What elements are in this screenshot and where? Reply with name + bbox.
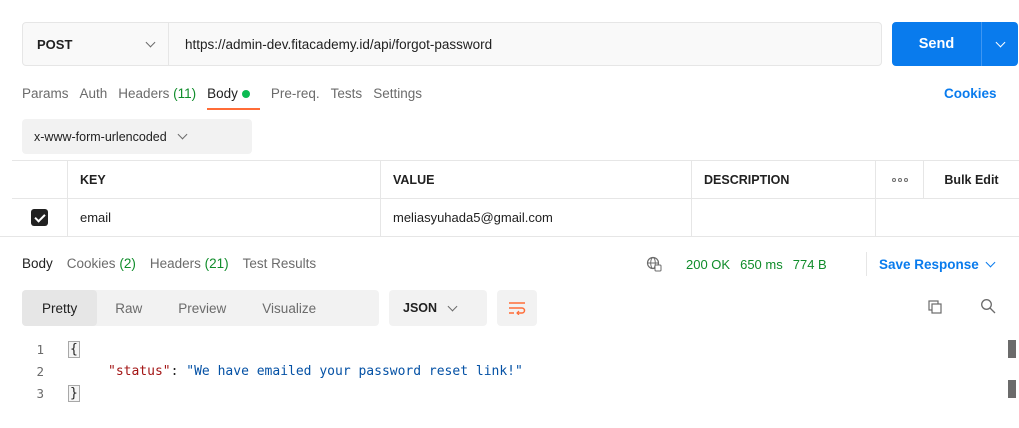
response-tab-body[interactable]: Body: [22, 256, 53, 271]
tab-label: Headers: [149, 256, 201, 271]
view-tab-preview[interactable]: Preview: [160, 290, 244, 326]
tab-label: Test Results: [242, 256, 317, 271]
row-spacer: [876, 199, 1019, 236]
tab-label: Pre-req.: [270, 86, 320, 101]
code-text: "status": "We have emailed your password…: [68, 364, 523, 379]
save-response-label: Save Response: [879, 257, 979, 272]
more-dots-icon: [891, 177, 908, 182]
response-tab-cookies[interactable]: Cookies (2): [67, 256, 136, 271]
request-bar: POST https://admin-dev.fitacademy.id/api…: [22, 22, 882, 66]
code-line: 1 {: [0, 338, 1000, 360]
tab-headers[interactable]: Headers (11): [118, 86, 196, 101]
send-button[interactable]: Send: [892, 22, 982, 66]
method-select[interactable]: POST: [23, 23, 169, 65]
response-status: 200 OK 650 ms 774 B: [686, 257, 827, 272]
body-type-select[interactable]: x-www-form-urlencoded: [22, 119, 252, 154]
format-label: JSON: [403, 301, 438, 315]
view-tab-pretty[interactable]: Pretty: [22, 290, 98, 326]
chevron-down-icon: [447, 301, 458, 311]
send-button-group: Send: [892, 22, 1018, 66]
key-column-header: KEY: [68, 161, 381, 198]
save-response-button[interactable]: Save Response: [879, 257, 996, 272]
chevron-down-icon: [995, 37, 1005, 47]
status-code[interactable]: 200 OK: [686, 257, 730, 272]
tab-params[interactable]: Params: [22, 86, 69, 101]
response-divider: [0, 236, 1019, 237]
value-column-header: VALUE: [381, 161, 692, 198]
response-time[interactable]: 650 ms: [740, 257, 783, 272]
response-tab-test-results[interactable]: Test Results: [243, 256, 317, 271]
code-line: 2 "status": "We have emailed your passwo…: [0, 360, 1000, 382]
form-params-table: KEY VALUE DESCRIPTION Bulk Edit email me…: [12, 160, 1019, 237]
view-tab-raw[interactable]: Raw: [97, 290, 160, 326]
close-brace: }: [68, 384, 80, 402]
table-row: email meliasyuhada5@gmail.com: [12, 199, 1019, 237]
tab-label: Params: [22, 86, 69, 101]
request-tabs: Params Auth Headers (11) Body Pre-req. T…: [22, 86, 433, 110]
bulk-edit-button[interactable]: Bulk Edit: [924, 161, 1019, 198]
chevron-down-icon: [177, 129, 188, 140]
tab-label: Tests: [330, 86, 363, 101]
response-size[interactable]: 774 B: [793, 257, 827, 272]
wrap-lines-icon: [509, 302, 526, 315]
divider: [866, 252, 867, 276]
json-key: "status": [108, 363, 171, 379]
copy-icon[interactable]: [928, 300, 942, 314]
tab-body[interactable]: Body: [207, 86, 260, 110]
globe-icon[interactable]: [646, 256, 662, 272]
tab-tests[interactable]: Tests: [331, 86, 363, 101]
line-number: 2: [36, 363, 44, 379]
checkbox-column-header: [12, 161, 68, 198]
scrollbar-thumb[interactable]: [1008, 340, 1016, 358]
tab-auth[interactable]: Auth: [80, 86, 108, 101]
line-number: 1: [36, 341, 44, 357]
tab-label: Body: [207, 86, 238, 101]
body-type-label: x-www-form-urlencoded: [34, 129, 167, 144]
description-column-header: DESCRIPTION: [692, 161, 876, 198]
response-tab-headers[interactable]: Headers (21): [150, 256, 229, 271]
description-cell[interactable]: [692, 199, 876, 236]
tab-label: Settings: [373, 86, 422, 101]
scrollbar-thumb[interactable]: [1008, 380, 1016, 398]
response-tabs: Body Cookies (2) Headers (21) Test Resul…: [22, 256, 330, 271]
code-line: 3 }: [0, 382, 1000, 404]
method-label: POST: [37, 36, 73, 52]
checkmark-icon: [31, 209, 48, 226]
format-select[interactable]: JSON: [389, 290, 487, 326]
chevron-down-icon: [145, 37, 156, 47]
tab-count: (11): [173, 86, 197, 101]
body-indicator-dot: [241, 90, 250, 99]
line-number: 3: [36, 385, 44, 401]
tab-label: Cookies: [66, 256, 116, 271]
view-tab-visualize[interactable]: Visualize: [244, 290, 334, 326]
cookies-link[interactable]: Cookies: [944, 86, 997, 101]
tab-label: Headers: [118, 86, 170, 101]
tab-settings[interactable]: Settings: [373, 86, 422, 101]
row-checkbox[interactable]: [12, 199, 68, 236]
table-header-row: KEY VALUE DESCRIPTION Bulk Edit: [12, 161, 1019, 199]
tab-count: (2): [119, 256, 136, 271]
more-options-button[interactable]: [876, 161, 924, 198]
value-cell[interactable]: meliasyuhada5@gmail.com: [381, 199, 692, 236]
wrap-lines-button[interactable]: [497, 290, 537, 326]
tab-label: Auth: [79, 86, 108, 101]
search-icon[interactable]: [980, 298, 996, 314]
tab-label: Body: [22, 256, 53, 271]
key-cell[interactable]: email: [68, 199, 381, 236]
chevron-down-icon: [985, 257, 996, 268]
response-body-code[interactable]: 1 { 2 "status": "We have emailed your pa…: [0, 338, 1000, 404]
send-options-button[interactable]: [982, 22, 1018, 66]
url-input[interactable]: https://admin-dev.fitacademy.id/api/forg…: [169, 37, 492, 52]
tab-pre-request[interactable]: Pre-req.: [271, 86, 320, 101]
response-view-tabs: Pretty Raw Preview Visualize: [22, 290, 379, 326]
json-colon: :: [170, 363, 187, 379]
json-value: "We have emailed your password reset lin…: [186, 363, 523, 379]
tab-count: (21): [204, 256, 229, 271]
open-brace: {: [68, 340, 80, 358]
